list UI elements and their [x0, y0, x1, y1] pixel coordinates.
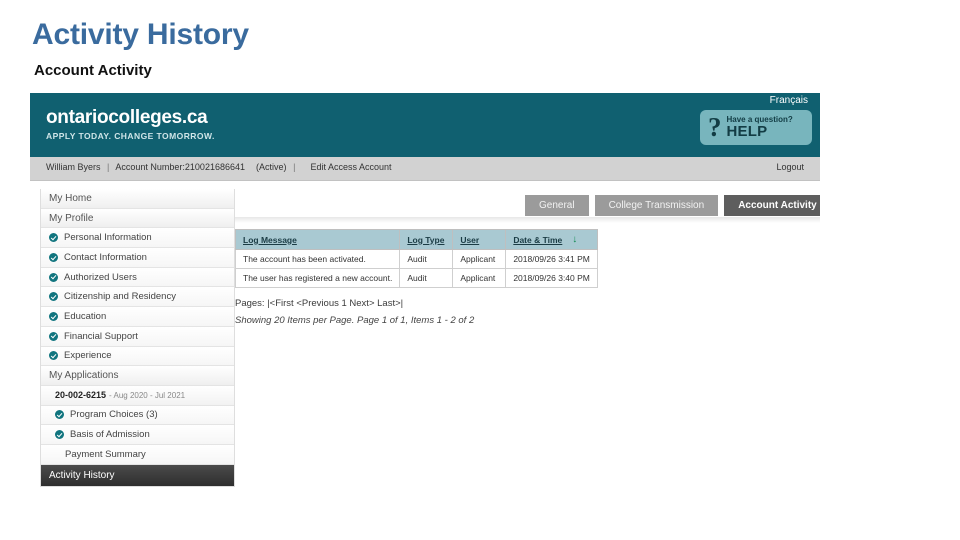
- separator-2: |: [293, 162, 296, 172]
- table-row: The user has registered a new account. A…: [234, 268, 598, 288]
- account-number: Account Number:210021686641: [115, 162, 245, 172]
- help-button[interactable]: ? Have a question? HELP: [700, 110, 812, 145]
- account-info: William Byers | Account Number:210021686…: [46, 162, 391, 172]
- sidebar-label: Basis of Admission: [70, 429, 150, 441]
- help-big-text: HELP: [726, 123, 768, 140]
- table-row: The account has been activated. Audit Ap…: [234, 249, 598, 269]
- sidebar-label: Citizenship and Residency: [64, 291, 176, 303]
- column-header-date-time[interactable]: Date & Time ↓: [505, 229, 598, 250]
- cell-log-message: The account has been activated.: [234, 249, 401, 269]
- cell-log-type: Audit: [399, 268, 454, 288]
- user-name: William Byers: [46, 162, 101, 172]
- sidebar-label: Contact Information: [64, 251, 147, 263]
- logout-link[interactable]: Logout: [776, 162, 804, 172]
- tab-college-transmission[interactable]: College Transmission: [594, 195, 719, 216]
- account-status: (Active): [256, 162, 287, 172]
- tab-bar: General College Transmission Account Act…: [525, 195, 820, 216]
- sidebar-label: Program Choices (3): [70, 409, 158, 421]
- check-circle-icon: [49, 272, 58, 282]
- sidebar-item-personal-information[interactable]: Personal Information: [41, 228, 234, 249]
- page-body: My Home My Profile Personal Information …: [30, 181, 820, 514]
- tab-general[interactable]: General: [525, 195, 589, 216]
- check-circle-icon: [49, 311, 58, 321]
- check-circle-icon: [49, 252, 58, 262]
- main-content: Log Message Log Type User Date & Time ↓: [234, 229, 598, 326]
- sidebar-label: Experience: [64, 350, 112, 362]
- site-header: ontariocolleges.ca APPLY TODAY. CHANGE T…: [30, 93, 820, 157]
- sidebar-label: Authorized Users: [64, 271, 137, 283]
- sidebar-item-authorized-users[interactable]: Authorized Users: [41, 267, 234, 288]
- activity-log-table: Log Message Log Type User Date & Time ↓: [234, 229, 598, 288]
- cell-user: Applicant: [452, 268, 507, 288]
- question-mark-icon: ?: [708, 112, 722, 142]
- logo-tagline: APPLY TODAY. CHANGE TOMORROW.: [46, 131, 215, 141]
- sidebar-item-education[interactable]: Education: [41, 307, 234, 327]
- sidebar-application-entry[interactable]: 20-002-6215 - Aug 2020 - Jul 2021: [41, 385, 234, 406]
- cell-log-type: Audit: [399, 249, 454, 269]
- page-title: Activity History: [32, 18, 249, 51]
- pagination-controls: Pages: |<First <Previous 1 Next> Last>|: [235, 298, 598, 309]
- sidebar-item-contact-information[interactable]: Contact Information: [41, 248, 234, 268]
- sidebar-item-payment-summary[interactable]: Payment Summary: [41, 444, 234, 465]
- application-id: 20-002-6215: [55, 390, 107, 401]
- cell-date-time: 2018/09/26 3:41 PM: [505, 249, 598, 269]
- pagination-summary: Showing 20 Items per Page. Page 1 of 1, …: [235, 315, 475, 326]
- check-circle-icon: [49, 351, 58, 361]
- sidebar-item-financial-support[interactable]: Financial Support: [41, 326, 234, 347]
- column-header-user[interactable]: User: [452, 229, 507, 250]
- column-label: Log Type: [407, 234, 445, 245]
- tab-label: General: [539, 200, 575, 211]
- sidebar-item-citizenship-and-residency[interactable]: Citizenship and Residency: [41, 287, 234, 308]
- column-header-log-message[interactable]: Log Message: [234, 229, 401, 250]
- tab-account-activity[interactable]: Account Activity: [724, 195, 820, 216]
- tab-label: College Transmission: [608, 200, 705, 211]
- edit-access-account-link[interactable]: Edit Access Account: [310, 162, 391, 172]
- tab-underline-divider: [235, 217, 820, 223]
- sidebar-item-activity-history[interactable]: Activity History: [41, 464, 234, 486]
- column-header-log-type[interactable]: Log Type: [399, 229, 454, 250]
- sidebar-label: Financial Support: [64, 330, 138, 342]
- sidebar-label: Education: [64, 310, 107, 322]
- pagination-label: Pages:: [235, 298, 265, 309]
- page-subtitle: Account Activity: [34, 62, 152, 79]
- check-circle-icon: [55, 410, 64, 420]
- table-header-row: Log Message Log Type User Date & Time ↓: [234, 229, 598, 250]
- sidebar-label: Activity History: [49, 469, 115, 481]
- account-bar: William Byers | Account Number:210021686…: [30, 157, 820, 181]
- sidebar-item-program-choices[interactable]: Program Choices (3): [41, 405, 234, 426]
- sidebar-label: Personal Information: [64, 232, 152, 244]
- pagination-links[interactable]: |<First <Previous 1 Next> Last>|: [267, 298, 403, 309]
- embedded-screenshot: ontariocolleges.ca APPLY TODAY. CHANGE T…: [30, 93, 820, 514]
- check-circle-icon: [49, 233, 58, 243]
- column-label: Date & Time: [513, 234, 563, 245]
- sidebar-label: My Profile: [49, 212, 94, 224]
- sidebar-item-my-home[interactable]: My Home: [41, 189, 234, 209]
- check-circle-icon: [49, 292, 58, 302]
- language-link-francais[interactable]: Français: [770, 95, 808, 106]
- sidebar-item-my-profile[interactable]: My Profile: [41, 208, 234, 229]
- cell-user: Applicant: [452, 249, 507, 269]
- sidebar-label: My Home: [49, 192, 92, 204]
- check-circle-icon: [49, 331, 58, 341]
- sort-descending-arrow-icon[interactable]: ↓: [572, 235, 577, 245]
- check-circle-icon: [55, 430, 64, 440]
- sidebar-item-basis-of-admission[interactable]: Basis of Admission: [41, 425, 234, 445]
- cell-log-message: The user has registered a new account.: [234, 268, 401, 288]
- sidebar-label: Payment Summary: [65, 448, 146, 460]
- cell-date-time: 2018/09/26 3:40 PM: [505, 268, 598, 288]
- sidebar-item-my-applications[interactable]: My Applications: [41, 366, 234, 386]
- column-label: Log Message: [243, 234, 297, 245]
- tab-label: Account Activity: [738, 200, 817, 211]
- site-logo[interactable]: ontariocolleges.ca APPLY TODAY. CHANGE T…: [46, 108, 215, 142]
- sidebar-item-experience[interactable]: Experience: [41, 346, 234, 367]
- column-label: User: [460, 234, 480, 245]
- application-dates: - Aug 2020 - Jul 2021: [109, 390, 186, 400]
- logo-text: ontariocolleges.ca: [46, 107, 208, 128]
- sidebar-label: My Applications: [49, 370, 119, 382]
- sidebar-nav: My Home My Profile Personal Information …: [40, 189, 235, 487]
- separator-1: |: [107, 162, 110, 172]
